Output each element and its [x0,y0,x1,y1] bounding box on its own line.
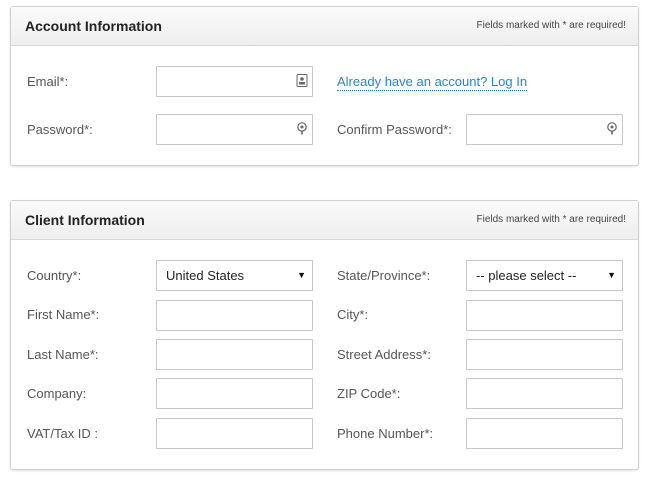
state-selected-value: -- please select -- [476,268,577,283]
zip-code-field[interactable] [466,378,623,409]
password-field[interactable] [156,114,313,145]
password-key-icon [607,122,617,135]
vat-tax-id-field[interactable] [156,418,313,449]
zip-code-label: ZIP Code*: [337,386,401,401]
account-panel-header: Account Information Fields marked with *… [11,7,638,46]
email-field-wrapper [156,66,313,97]
country-selected-value: United States [166,268,245,283]
street-address-label: Street Address*: [337,347,431,362]
password-key-icon [297,122,307,135]
vat-tax-id-label: VAT/Tax ID : [27,426,99,441]
password-field-wrapper [156,114,313,145]
email-field[interactable] [156,66,313,97]
company-label: Company: [27,386,87,401]
first-name-field[interactable] [156,300,313,331]
confirm-password-field[interactable] [466,114,623,145]
company-field[interactable] [156,378,313,409]
last-name-field[interactable] [156,339,313,370]
password-label: Password*: [27,122,93,137]
client-required-note: Fields marked with * are required! [476,214,626,225]
dropdown-arrow-icon: ▼ [297,270,306,280]
phone-number-field[interactable] [466,418,623,449]
dropdown-arrow-icon: ▼ [607,270,616,280]
state-select[interactable]: -- please select -- ▼ [466,260,623,291]
street-address-field[interactable] [466,339,623,370]
account-information-panel: Account Information Fields marked with *… [10,6,639,166]
city-label: City*: [337,307,369,322]
phone-number-label: Phone Number*: [337,426,434,441]
country-select[interactable]: United States ▼ [156,260,313,291]
login-link[interactable]: Already have an account? Log In [337,74,528,91]
city-field[interactable] [466,300,623,331]
account-panel-title: Account Information [25,18,162,34]
client-information-panel: Client Information Fields marked with * … [10,200,639,470]
state-label: State/Province*: [337,268,431,283]
country-label: Country*: [27,268,82,283]
email-label: Email*: [27,74,69,89]
last-name-label: Last Name*: [27,347,99,362]
client-panel-title: Client Information [25,212,145,228]
confirm-password-field-wrapper [466,114,623,145]
account-required-note: Fields marked with * are required! [476,20,626,31]
client-panel-header: Client Information Fields marked with * … [11,201,638,240]
confirm-password-label: Confirm Password*: [337,122,452,137]
contact-card-icon [296,74,308,87]
first-name-label: First Name*: [27,307,100,322]
